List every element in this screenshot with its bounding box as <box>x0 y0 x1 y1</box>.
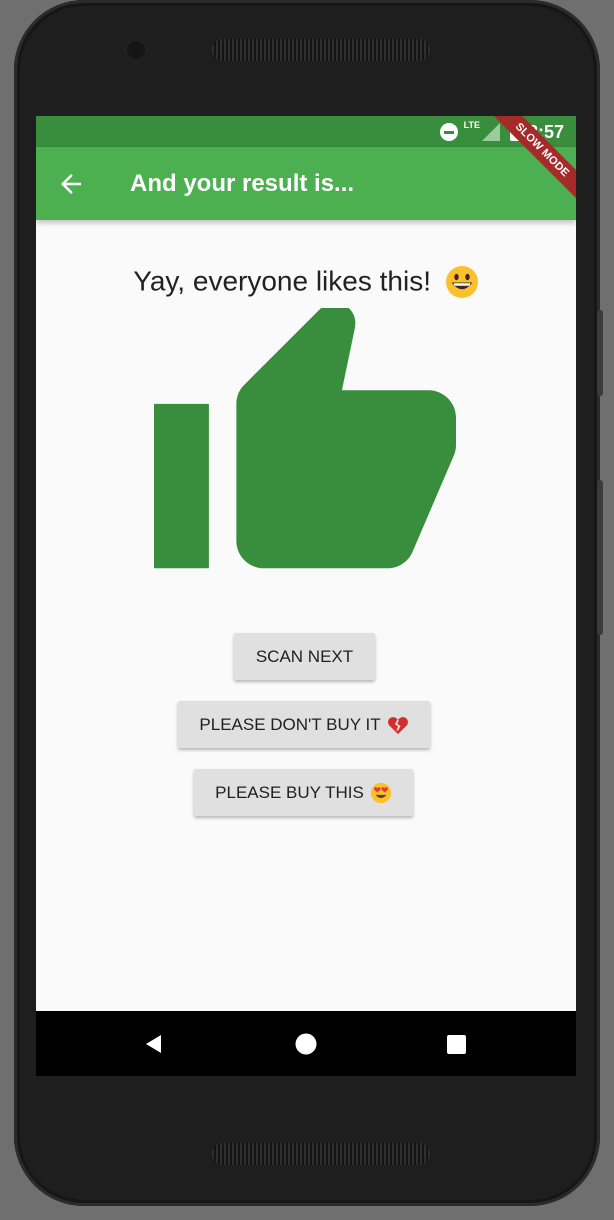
status-bar: LTE 8:57 <box>36 116 576 147</box>
top-speaker-grille <box>212 39 430 61</box>
nav-recents-button[interactable] <box>426 1011 486 1076</box>
result-headline-text: Yay, everyone likes this! <box>133 265 431 297</box>
scan-next-label: SCAN NEXT <box>255 646 354 666</box>
scan-next-button[interactable]: SCAN NEXT <box>234 633 375 680</box>
front-camera <box>123 37 149 63</box>
dont-buy-button[interactable]: PLEASE DON'T BUY IT <box>178 701 430 748</box>
nav-back-button[interactable] <box>124 1011 184 1076</box>
broken-heart-icon <box>387 716 408 734</box>
network-type-label: LTE <box>463 120 480 130</box>
buy-button[interactable]: PLEASE BUY THIS <box>194 769 413 816</box>
arrow-back-icon[interactable] <box>56 169 86 199</box>
thumbs-up-icon <box>154 308 456 569</box>
page-title: And your result is... <box>130 170 355 197</box>
signal-strength-icon <box>481 123 500 141</box>
power-button[interactable] <box>597 310 603 396</box>
triangle-back-icon <box>146 1035 161 1053</box>
nav-home-button[interactable] <box>276 1011 336 1076</box>
do-not-disturb-icon <box>439 123 458 141</box>
volume-button[interactable] <box>597 480 603 635</box>
circle-home-icon <box>295 1033 317 1055</box>
dont-buy-label: PLEASE DON'T BUY IT <box>199 714 381 734</box>
square-recents-icon <box>447 1035 466 1054</box>
android-nav-bar <box>36 1011 576 1076</box>
grinning-face-icon <box>445 265 478 298</box>
buy-label: PLEASE BUY THIS <box>215 782 364 802</box>
emulator-frame: LTE 8:57 SLOW MODE And your result is...… <box>0 0 614 1220</box>
result-content: Yay, everyone likes this! SCAN NEXT PLEA… <box>36 220 576 1011</box>
result-headline: Yay, everyone likes this! <box>36 260 576 302</box>
heart-eyes-icon <box>370 782 391 803</box>
bottom-speaker-grille <box>212 1143 430 1165</box>
device-screen: LTE 8:57 SLOW MODE And your result is...… <box>36 116 576 1076</box>
app-bar: And your result is... <box>36 147 576 220</box>
